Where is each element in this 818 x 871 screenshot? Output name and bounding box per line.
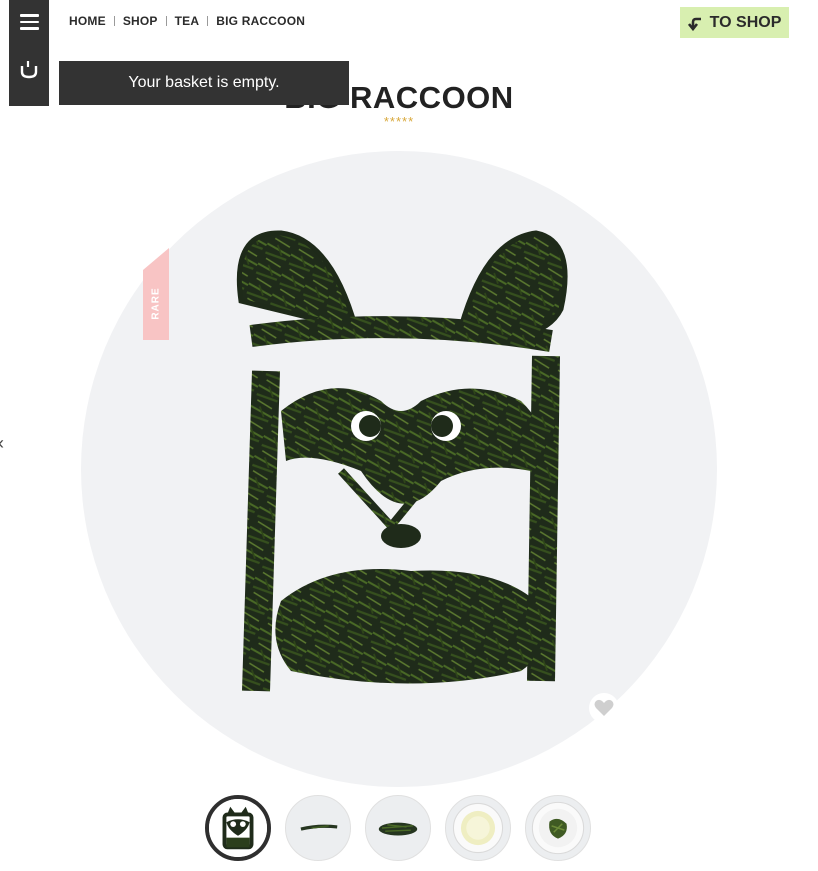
rare-label: RARE (150, 286, 162, 320)
breadcrumb: HOME SHOP TEA BIG RACCOON (69, 14, 305, 28)
thumbnail-leaf-pile[interactable] (365, 795, 431, 861)
raccoon-illustration (236, 230, 568, 692)
single-leaf-thumb-image (300, 824, 338, 831)
thumbnail-strip (205, 795, 591, 861)
breadcrumb-home[interactable]: HOME (69, 14, 106, 28)
wet-leaves-thumb-image (531, 801, 585, 855)
thumbnail-wet-leaves[interactable] (525, 795, 591, 861)
thumbnail-brewed-cup[interactable] (445, 795, 511, 861)
breadcrumb-separator (207, 16, 209, 26)
rating-stars: ***** (383, 114, 415, 129)
return-arrow-icon (687, 17, 701, 31)
breadcrumb-separator (113, 16, 115, 26)
to-shop-label: TO SHOP (709, 13, 782, 31)
previous-arrow-icon[interactable]: ‹ (0, 433, 4, 454)
product-main-image (81, 151, 717, 787)
menu-button[interactable] (9, 0, 49, 44)
breadcrumb-current[interactable]: BIG RACCOON (216, 14, 305, 28)
rare-badge: RARE (143, 270, 169, 336)
thumbnail-raccoon-art[interactable] (205, 795, 271, 861)
hamburger-icon (19, 14, 39, 17)
to-shop-button[interactable]: TO SHOP (680, 7, 789, 38)
heart-icon (594, 699, 614, 716)
breadcrumb-shop[interactable]: SHOP (123, 14, 158, 28)
breadcrumb-separator (165, 16, 167, 26)
hamburger-icon-line (19, 27, 39, 30)
favorite-button[interactable] (589, 693, 619, 723)
breadcrumb-tea[interactable]: TEA (175, 14, 200, 28)
basket-empty-popup: Your basket is empty. (59, 61, 349, 105)
hamburger-icon-line (19, 20, 39, 24)
cup-icon (20, 61, 38, 79)
basket-message: Your basket is empty. (128, 74, 280, 91)
raccoon-thumb-image (209, 799, 267, 857)
thumbnail-single-leaf[interactable] (285, 795, 351, 861)
leaf-pile-thumb-image (378, 822, 418, 836)
brewed-cup-thumb-image (452, 802, 504, 854)
